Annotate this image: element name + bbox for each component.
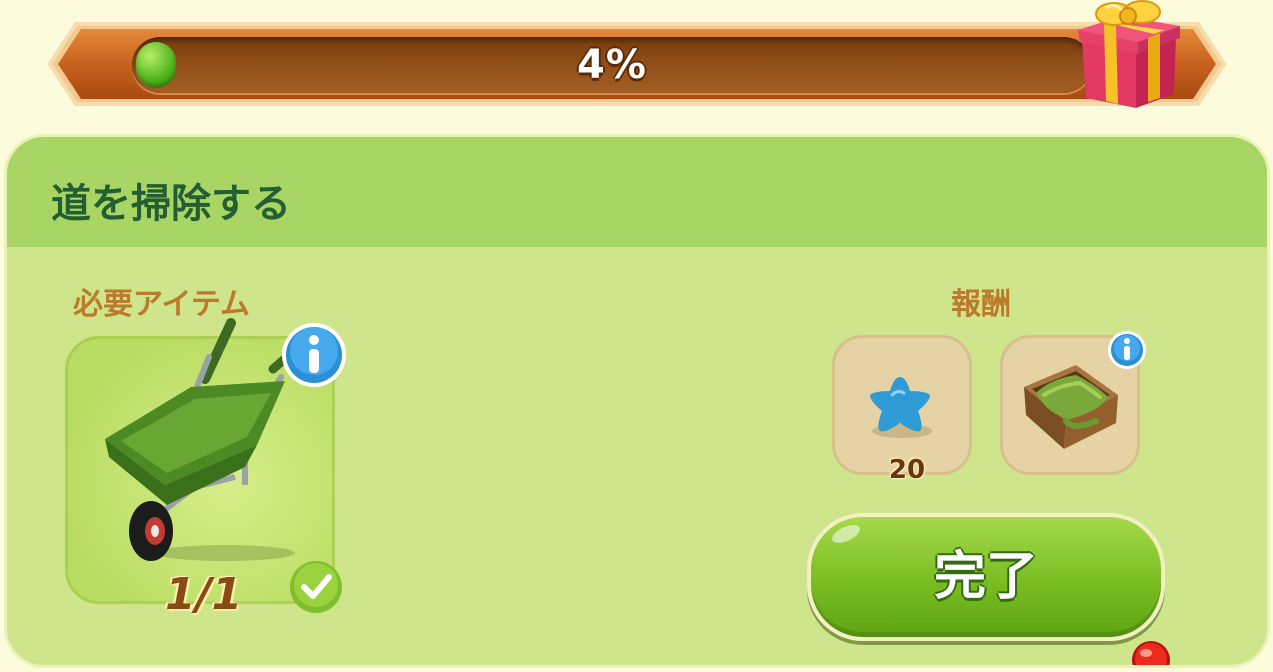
task-header: 道を掃除する xyxy=(7,137,1267,247)
gift-icon[interactable] xyxy=(1076,0,1184,112)
rewards-label: 報酬 xyxy=(951,287,1011,322)
wheelbarrow-icon xyxy=(105,318,295,561)
reward-info-icon[interactable] xyxy=(1107,330,1147,370)
reward-amount: 20 xyxy=(888,455,926,485)
task-panel: 道を掃除する 必要アイテム 報酬 1/1 20 完了 xyxy=(4,134,1270,668)
complete-button[interactable]: 完了 xyxy=(807,513,1165,641)
progress-banner: 4% xyxy=(46,0,1228,110)
item-info-icon[interactable] xyxy=(280,321,348,389)
complete-button-label: 完了 xyxy=(933,547,1038,607)
item-count: 1/1 xyxy=(165,569,243,620)
progress-percent: 4% xyxy=(577,42,647,88)
progress-track: 4% xyxy=(132,37,1092,93)
blue-star-icon xyxy=(870,377,932,438)
check-icon xyxy=(290,561,342,613)
reward-card-star[interactable] xyxy=(832,335,972,475)
notification-dot-icon xyxy=(1132,641,1170,665)
task-title: 道を掃除する xyxy=(51,181,291,227)
